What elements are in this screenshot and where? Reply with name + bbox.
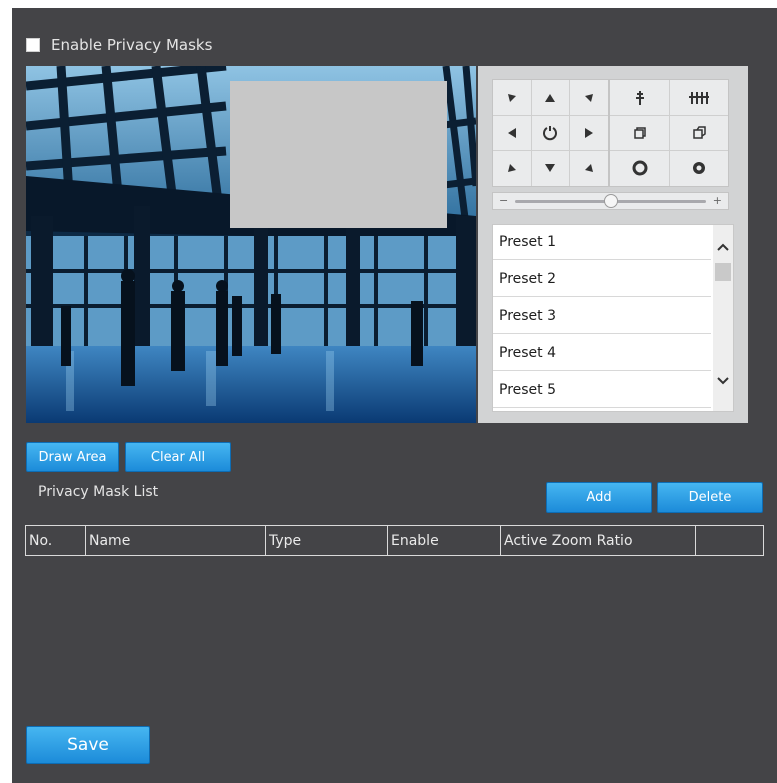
pan-up-left-button[interactable] (493, 80, 531, 115)
privacy-mask-page: Enable Privacy Masks − + Preset 1 Preset… (12, 8, 777, 783)
zoom-out-icon (633, 126, 646, 139)
column-header-name: Name (85, 525, 266, 556)
preset-item[interactable]: Preset 4 (493, 336, 711, 371)
column-header-blank (695, 525, 764, 556)
preset-scrollbar[interactable] (713, 225, 733, 411)
zoom-in-icon (692, 125, 706, 139)
ptz-home-button[interactable] (531, 115, 569, 150)
privacy-mask-list-title: Privacy Mask List (38, 484, 159, 500)
scroll-down-button[interactable] (713, 371, 733, 391)
clear-all-button[interactable]: Clear All (125, 442, 231, 472)
focus-near-icon (635, 90, 644, 105)
pan-down-left-button[interactable] (493, 150, 531, 186)
pan-up-right-button[interactable] (569, 80, 608, 115)
preset-item[interactable]: Preset 3 (493, 299, 711, 334)
chevron-down-icon (717, 377, 729, 385)
focus-far-button[interactable] (669, 80, 728, 115)
arrow-up-right-icon (584, 93, 593, 102)
arrow-down-right-icon (584, 164, 593, 172)
column-header-active-zoom-ratio: Active Zoom Ratio (500, 525, 696, 556)
iris-open-icon (692, 162, 705, 174)
iris-close-icon (632, 160, 647, 176)
ptz-control-panel: − + Preset 1 Preset 2 Preset 3 Preset 4 … (478, 66, 748, 423)
scroll-up-button[interactable] (713, 237, 733, 257)
zoom-in-button[interactable] (669, 115, 728, 150)
focus-near-button[interactable] (610, 80, 669, 115)
preset-item[interactable]: Preset 1 (493, 225, 711, 260)
chevron-up-icon (717, 243, 729, 251)
direction-pad (492, 79, 609, 187)
iris-open-button[interactable] (669, 150, 728, 186)
draw-area-button[interactable]: Draw Area (26, 442, 119, 472)
zoom-out-button[interactable] (610, 115, 669, 150)
lens-control-pad (609, 79, 729, 187)
speed-handle[interactable] (603, 194, 618, 208)
enable-privacy-row[interactable]: Enable Privacy Masks (26, 36, 212, 54)
arrow-up-icon (545, 93, 555, 102)
column-header-no: No. (25, 525, 86, 556)
pan-left-button[interactable] (493, 115, 531, 150)
privacy-mask-table: No. Name Type Enable Active Zoom Ratio (25, 525, 764, 556)
enable-privacy-label[interactable]: Enable Privacy Masks (51, 36, 212, 54)
arrow-down-left-icon (508, 164, 516, 172)
speed-plus-icon: + (712, 194, 722, 207)
camera-video-view[interactable] (26, 66, 476, 423)
pan-down-right-button[interactable] (569, 150, 608, 186)
iris-close-button[interactable] (610, 150, 669, 186)
pan-right-button[interactable] (569, 115, 608, 150)
arrow-right-icon (584, 127, 593, 138)
preset-item[interactable]: Preset 5 (493, 373, 711, 408)
preset-item[interactable]: Preset 2 (493, 262, 711, 297)
ptz-speed-slider[interactable]: − + (492, 192, 729, 210)
arrow-down-icon (545, 164, 555, 172)
column-header-type: Type (265, 525, 388, 556)
scroll-thumb[interactable] (715, 263, 731, 281)
table-header-row: No. Name Type Enable Active Zoom Ratio (25, 525, 764, 556)
delete-button[interactable]: Delete (657, 482, 763, 513)
preset-list: Preset 1 Preset 2 Preset 3 Preset 4 Pres… (492, 224, 734, 412)
add-button[interactable]: Add (546, 482, 652, 513)
arrow-left-icon (508, 127, 516, 138)
speed-minus-icon: − (499, 194, 509, 207)
refresh-icon (543, 125, 557, 140)
column-header-enable: Enable (387, 525, 501, 556)
enable-privacy-checkbox[interactable] (26, 38, 40, 52)
focus-far-icon (688, 91, 709, 104)
privacy-mask-area[interactable] (230, 81, 447, 228)
tilt-down-button[interactable] (531, 150, 569, 186)
tilt-up-button[interactable] (531, 80, 569, 115)
save-button[interactable]: Save (26, 726, 150, 764)
arrow-up-left-icon (508, 93, 516, 102)
